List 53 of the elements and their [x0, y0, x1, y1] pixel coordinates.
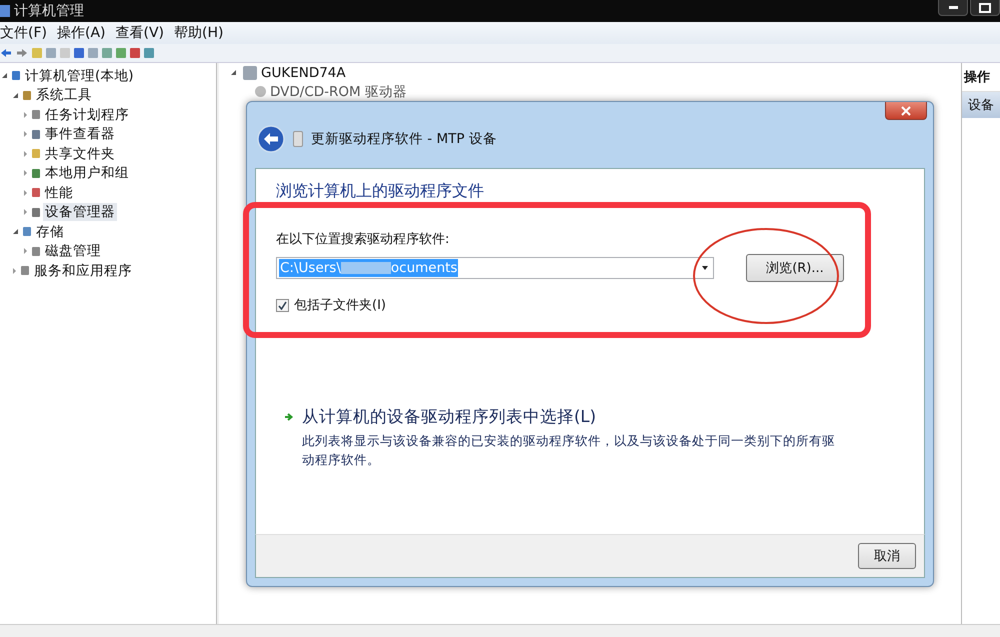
forward-arrow-icon[interactable]	[16, 48, 28, 58]
expand-arrow-icon[interactable]	[231, 70, 236, 75]
tree-item[interactable]: 任务计划程序	[43, 106, 131, 124]
dialog-heading: 浏览计算机上的驱动程序文件	[276, 181, 485, 202]
menu-item[interactable]: 查看(V)	[116, 24, 164, 42]
option-description: 此列表将显示与该设备兼容的已安装的驱动程序软件，以及与该设备处于同一类别下的所有驱动程序软件。	[302, 432, 836, 470]
tree-item[interactable]: 磁盘管理	[43, 242, 103, 260]
pick-from-list-link[interactable]: 从计算机的设备驱动程序列表中选择(L)	[302, 406, 842, 428]
tree-node-icon	[32, 246, 40, 256]
maximize-button[interactable]	[970, 0, 1000, 16]
tree-node-icon	[23, 227, 31, 236]
tree-node-icon	[32, 208, 40, 217]
expand-arrow-icon[interactable]	[13, 92, 18, 98]
action-item[interactable]: 设备	[962, 92, 1000, 118]
tree-node-icon	[23, 90, 31, 100]
tree-item[interactable]: 服务和应用程序	[32, 262, 134, 280]
tree-item[interactable]: 共享文件夹	[43, 144, 117, 163]
dialog-title: 更新驱动程序软件 - MTP 设备	[311, 130, 497, 148]
tree-node-icon	[12, 71, 20, 80]
tree-node-icon	[32, 149, 40, 158]
caret-icon[interactable]	[702, 266, 708, 270]
expand-arrow-icon[interactable]	[2, 73, 7, 78]
tree-item[interactable]: 性能	[43, 184, 75, 202]
tree-item[interactable]: 系统工具	[34, 86, 94, 104]
tree-item[interactable]: 本地用户和组	[43, 164, 131, 182]
expand-arrow-icon[interactable]	[13, 229, 18, 234]
computer-name[interactable]: GUKEND74A	[261, 64, 346, 80]
checkbox[interactable]	[276, 298, 289, 312]
tree-item[interactable]: 计算机管理(本地)	[23, 66, 136, 85]
close-icon	[901, 106, 911, 116]
tree-item[interactable]: 存储	[34, 222, 66, 241]
device-icon	[293, 131, 303, 147]
checkbox-label[interactable]: 包括子文件夹(I)	[294, 296, 386, 314]
tree-node-icon	[32, 168, 40, 178]
tree-node-icon	[21, 266, 29, 276]
menu-item[interactable]: 帮助(H)	[174, 24, 224, 42]
window-title: 计算机管理	[14, 2, 84, 20]
tree-node-icon	[32, 130, 40, 139]
cancel-button[interactable]: 取消	[858, 543, 916, 569]
tree-item[interactable]: 事件查看器	[43, 125, 117, 144]
device-category[interactable]: DVD/CD-ROM 驱动器	[270, 82, 407, 100]
menu-item[interactable]: 文件(F)	[0, 24, 47, 42]
minimize-button[interactable]	[938, 0, 968, 16]
close-button[interactable]	[885, 102, 927, 120]
tree-item[interactable]: 设备管理器	[43, 203, 117, 222]
tree-node-icon	[32, 110, 40, 120]
arrow-icon	[284, 412, 294, 422]
menu-item[interactable]: 操作(A)	[56, 24, 106, 42]
search-location-label: 在以下位置搜索驱动程序软件:	[276, 231, 450, 248]
tree-node-icon	[32, 188, 40, 198]
back-button[interactable]	[257, 125, 285, 153]
browse-button[interactable]: 浏览(R)...	[746, 254, 844, 282]
back-arrow-icon[interactable]	[0, 48, 12, 58]
